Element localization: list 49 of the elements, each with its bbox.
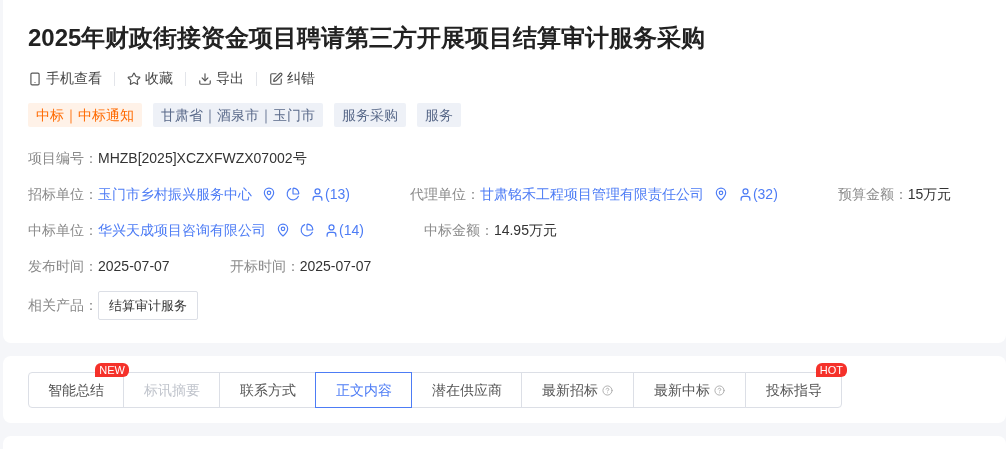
- action-button[interactable]: 纠错: [269, 68, 315, 89]
- field-label: 项目编号：: [28, 148, 98, 168]
- contact-count[interactable]: (13): [325, 183, 350, 205]
- edit-icon: [269, 71, 283, 86]
- pie-chart-icon[interactable]: [286, 187, 300, 201]
- action-button[interactable]: 收藏: [127, 68, 173, 89]
- contact-icon: [310, 186, 325, 202]
- info-tag: 甘肃省｜酒泉市｜玉门市: [153, 103, 323, 127]
- action-button[interactable]: 手机查看: [28, 68, 102, 89]
- field-label: 发布时间：: [28, 256, 98, 276]
- page-title: 2025年财政街接资金项目聘请第三方开展项目结算审计服务采购: [28, 23, 707, 53]
- field-label: 代理单位：: [409, 184, 480, 204]
- pie-chart-icon[interactable]: [300, 223, 314, 237]
- action-button[interactable]: 导出: [198, 68, 244, 89]
- info-tag: 服务采购: [334, 103, 406, 127]
- field-label: 预算金额：: [837, 184, 908, 204]
- field-value: 2025-07-07: [98, 256, 170, 276]
- phone-icon: [28, 71, 42, 86]
- field-value: 14.95万元: [493, 220, 557, 240]
- location-icon[interactable]: [713, 187, 728, 201]
- info-tag: 中标｜中标通知: [28, 103, 142, 127]
- field-label: 招标单位：: [28, 184, 98, 204]
- field-label: 中标单位：: [28, 220, 98, 240]
- tab[interactable]: 潜在供应商: [411, 372, 522, 408]
- contact-count[interactable]: (32): [752, 183, 778, 205]
- tab[interactable]: 正文内容: [315, 372, 412, 408]
- location-icon[interactable]: [276, 223, 290, 237]
- field-label: 开标时间：: [229, 256, 300, 276]
- field-value: 15万元: [907, 184, 952, 204]
- field-label: 中标金额：: [423, 220, 494, 240]
- tab[interactable]: 联系方式: [219, 372, 316, 408]
- contact-count[interactable]: (14): [339, 219, 364, 241]
- tab[interactable]: 最新中标: [633, 372, 746, 408]
- field-label: 相关产品：: [28, 296, 98, 315]
- contact-icon: [737, 186, 753, 202]
- company-link[interactable]: 甘肃铭禾工程项目管理有限责任公司: [479, 183, 704, 205]
- field-value: MHZB[2025]XCZXFWZX07002号: [98, 148, 307, 168]
- download-icon: [198, 71, 212, 86]
- star-icon: [127, 71, 141, 86]
- product-tag[interactable]: 结算审计服务: [98, 291, 198, 320]
- tab[interactable]: 最新招标: [521, 372, 634, 408]
- field-value: 2025-07-07: [299, 256, 372, 276]
- tab-badge: NEW: [95, 363, 129, 377]
- company-link[interactable]: 玉门市乡村振兴服务中心: [98, 183, 252, 205]
- location-icon[interactable]: [262, 187, 276, 201]
- tab-badge: HOT: [815, 363, 847, 377]
- info-tag: 服务: [417, 103, 461, 127]
- company-link[interactable]: 华兴天成项目咨询有限公司: [98, 219, 266, 241]
- contact-icon: [324, 222, 339, 238]
